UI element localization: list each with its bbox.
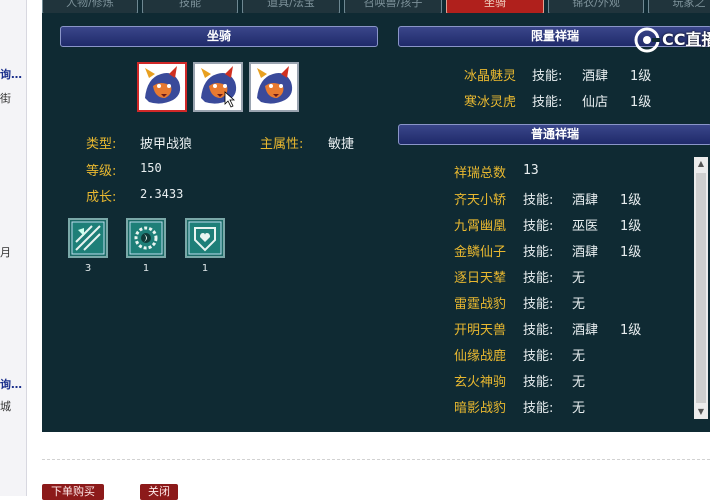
common-skill-label-9: 技能: [523,401,554,416]
common-skill-label-1: 技能: [523,193,554,208]
rare-name-1: 冰晶魅灵 [464,69,517,84]
shield-rune-icon [71,221,105,255]
common-skill-9: 无 [572,401,586,416]
tab-skills[interactable]: 技能 [142,0,238,13]
scroll-thumb[interactable] [696,173,706,403]
left-link-1[interactable]: 询… [0,66,22,82]
scroll-up-icon[interactable]: ▲ [694,157,708,171]
mount-slot-1[interactable] [137,62,187,112]
main-attr-label: 主属性: [260,137,304,152]
common-name-9: 暗影战豹 [454,401,507,416]
mount-skill-3-count: 1 [201,263,209,274]
common-list-scrollbar[interactable]: ▲ ▼ [694,157,708,419]
character-detail-panel: 人物/修炼 技能 道具/法宝 召唤兽/孩子 坐骑 锦衣/外观 玩家之 坐骑 类型… [42,0,710,432]
common-name-1: 齐天小轿 [454,193,507,208]
mount-skill-2-count: 1 [142,263,150,274]
beast-portrait-icon [195,64,241,110]
rare-skill-label-2: 技能: [532,95,563,110]
common-skill-label-2: 技能: [523,219,554,234]
tab-bar: 人物/修炼 技能 道具/法宝 召唤兽/孩子 坐骑 锦衣/外观 玩家之 [42,0,710,13]
left-text-3: 城 [0,400,11,413]
common-skill-7: 无 [572,349,586,364]
rare-level-2: 1级 [630,95,652,110]
cc-logo-icon [634,27,660,53]
tab-items[interactable]: 道具/法宝 [242,0,340,13]
tab-mounts[interactable]: 坐骑 [446,0,544,13]
common-skill-label-4: 技能: [523,271,554,286]
common-total-label: 祥瑞总数 [454,166,507,181]
common-name-2: 九霄幽凰 [454,219,507,234]
growth-value: 2.3433 [140,187,184,201]
common-level-2: 1级 [620,219,642,234]
common-name-5: 雷霆战豹 [454,297,507,312]
left-sidebar-strip: 询… 街 月 询… 城 [0,0,27,496]
tab-player[interactable]: 玩家之 [648,0,710,13]
common-name-4: 逐日天辇 [454,271,507,286]
common-skill-4: 无 [572,271,586,286]
bottom-divider [42,459,710,460]
rare-skill-2: 仙店 [582,95,609,110]
growth-label: 成长: [86,190,117,205]
close-button[interactable]: 关闭 [140,484,178,500]
common-name-3: 金鳞仙子 [454,245,507,260]
common-name-8: 玄火神驹 [454,375,507,390]
mount-skill-2[interactable] [126,218,166,258]
common-section-header: 普通祥瑞 [398,124,710,145]
type-label: 类型: [86,137,117,152]
main-attr-value: 敏捷 [328,137,355,152]
common-level-3: 1级 [620,245,642,260]
common-total-value: 13 [523,163,539,178]
rare-skill-label-1: 技能: [532,69,563,84]
mount-slot-2[interactable] [193,62,243,112]
common-skill-8: 无 [572,375,586,390]
common-skill-label-5: 技能: [523,297,554,312]
common-skill-3: 酒肆 [572,245,599,260]
heart-crest-icon [188,221,222,255]
common-skill-6: 酒肆 [572,323,599,338]
tab-pets[interactable]: 召唤兽/孩子 [344,0,442,13]
common-skill-2: 巫医 [572,219,599,234]
beast-portrait-icon [139,64,185,110]
rare-skill-1: 酒肆 [582,69,609,84]
tab-character[interactable]: 人物/修炼 [42,0,138,13]
scroll-down-icon[interactable]: ▼ [694,405,708,419]
sun-gear-icon [129,221,163,255]
common-name-6: 开明天兽 [454,323,507,338]
left-text-1: 街 [0,92,11,105]
mount-skill-1[interactable] [68,218,108,258]
common-level-1: 1级 [620,193,642,208]
beast-portrait-icon [251,64,297,110]
common-skill-5: 无 [572,297,586,312]
left-text-2: 月 [0,246,11,259]
mount-slot-3[interactable] [249,62,299,112]
common-skill-label-6: 技能: [523,323,554,338]
watermark-text: CC直播 [662,30,710,49]
level-value: 150 [140,161,162,175]
mount-section-header: 坐骑 [60,26,378,47]
tab-appearance[interactable]: 锦衣/外观 [548,0,644,13]
common-skill-label-3: 技能: [523,245,554,260]
common-name-7: 仙缘战鹿 [454,349,507,364]
common-level-6: 1级 [620,323,642,338]
rare-level-1: 1级 [630,69,652,84]
left-link-2[interactable]: 询… [0,376,22,392]
level-label: 等级: [86,164,117,179]
mount-skill-1-count: 3 [84,263,92,274]
common-skill-1: 酒肆 [572,193,599,208]
rare-name-2: 寒冰灵虎 [464,95,517,110]
cc-live-watermark: CC直播 [634,27,710,53]
buy-button[interactable]: 下单购买 [42,484,104,500]
common-skill-label-8: 技能: [523,375,554,390]
common-skill-label-7: 技能: [523,349,554,364]
mount-skill-3[interactable] [185,218,225,258]
type-value: 披甲战狼 [140,137,193,152]
